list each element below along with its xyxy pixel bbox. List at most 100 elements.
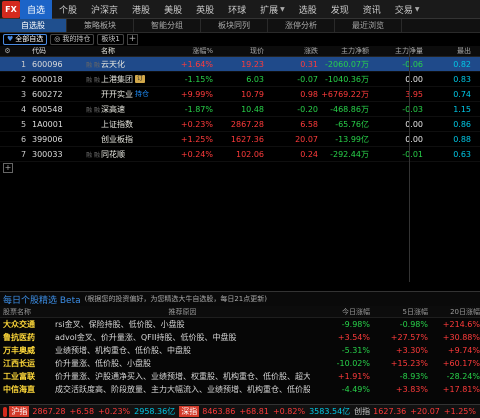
column-divider xyxy=(409,46,410,282)
table-row[interactable]: 2 600018 融 融上港集团订 -1.15% 6.03 -0.07 -1040.36万 0… xyxy=(0,72,480,87)
my-holdings-button[interactable]: ◎ 我的持仓 xyxy=(50,34,95,45)
price: 2867.28 xyxy=(230,119,264,129)
caret-down-icon: ▼ xyxy=(414,5,420,13)
last-value: 0.86 xyxy=(453,119,471,129)
subtab-1[interactable]: 策略板块 xyxy=(67,19,134,32)
pick-twenty-day-change: +9.74% xyxy=(447,346,480,355)
last-value: 1.15 xyxy=(453,104,471,114)
stock-code: 600096 xyxy=(32,59,63,69)
col-main-net-amount[interactable]: 主力净额 xyxy=(318,46,369,56)
nav-tab-label: 环球 xyxy=(228,5,247,16)
row-index: 3 xyxy=(20,89,27,99)
change: 0.31 xyxy=(300,59,318,69)
nav-tab-5[interactable]: 英股 xyxy=(189,0,221,19)
index-label[interactable]: 深指 xyxy=(179,406,200,417)
price: 102.06 xyxy=(236,149,264,159)
col-today[interactable]: 今日涨幅 xyxy=(310,307,370,317)
col-last[interactable]: 最出 xyxy=(423,46,471,56)
index-label[interactable]: 创指 xyxy=(354,406,370,417)
col-twenty-day[interactable]: 20日涨幅 xyxy=(428,307,480,317)
change-pct: +1.25% xyxy=(180,134,213,144)
nav-tab-11[interactable]: 交易 ▼ xyxy=(388,0,427,19)
nav-tab-4[interactable]: 美股 xyxy=(157,0,189,19)
stock-code: 399006 xyxy=(32,134,63,144)
table-row[interactable]: 6 399006 创业板指 +1.25% 1627.36 20.07 -13.99亿 0.00… xyxy=(0,132,480,147)
pick-today-change: +1.91% xyxy=(337,372,370,381)
pick-row[interactable]: 大众交通 rsi金叉、保险持股、低价股、小盘股 -9.98% -0.98% +214.6… xyxy=(0,318,480,331)
stock-name-cell: 上港集团订 xyxy=(101,74,161,85)
app-logo-icon[interactable]: FX xyxy=(2,0,20,18)
pick-row[interactable]: 工业富联 价升量涨、沪股通净买入、业绩预增、权重股、机构重仓、低价股、超大盘股 +1… xyxy=(0,370,480,383)
nav-tab-2[interactable]: 沪深京 xyxy=(84,0,125,19)
nav-tab-9[interactable]: 发现 xyxy=(324,0,356,19)
pick-row[interactable]: 鲁抗医药 advol金叉、价升量涨、QFII持股、低价股、中盘股 +3.54% +27… xyxy=(0,331,480,344)
nav-tab-label: 英股 xyxy=(196,5,215,16)
nav-tabs: 自选 个股 沪深京 港股 美股 英股 环球 扩展 ▼ 选股 发现 资讯 交易 ▼ xyxy=(20,0,426,19)
circle-icon: ◎ xyxy=(54,35,61,43)
col-change[interactable]: 涨跌 xyxy=(264,46,318,56)
last-value: 0.63 xyxy=(453,149,471,159)
table-header: ⚙ 代码 名称 涨幅% 现价 涨跌 主力净额 主力净量 最出 xyxy=(0,46,480,57)
nav-tab-label: 交易 xyxy=(394,5,413,16)
col-main-net-volume[interactable]: 主力净量 xyxy=(369,46,423,56)
settings-gear-icon[interactable]: ⚙ xyxy=(0,47,15,55)
stock-name-cell: 创业板指 xyxy=(101,134,161,145)
table-row[interactable]: 4 600548 融 融深高速 -1.87% 10.48 -0.20 -468.86万 -0.… xyxy=(0,102,480,117)
change-pct: -1.87% xyxy=(184,104,213,114)
add-stock-button[interactable]: + xyxy=(3,163,13,173)
table-row[interactable]: 3 600272 开开实业 持仓 +9.99% 10.79 0.98 +6769.22万 3.9… xyxy=(0,87,480,102)
all-watchlist-button[interactable]: ♥ 全部自选 xyxy=(3,34,48,45)
pick-row[interactable]: 中信海直 成交活跃度高、阶段放量、主力大幅流入、业绩预增、机构重仓、低价股、中盘股… xyxy=(0,383,480,396)
stock-name: 开开实业 xyxy=(101,89,133,99)
index-value: +0.82% xyxy=(272,407,306,416)
top-nav: FX 自选 个股 沪深京 港股 美股 英股 环球 扩展 ▼ 选股 发现 资讯 交易 ▼ xyxy=(0,0,480,19)
pick-today-change: +3.54% xyxy=(337,333,370,342)
pick-reason: 业绩预增、机构重仓、低价股、中盘股 xyxy=(55,346,191,355)
stock-name-cell: 同花顺 xyxy=(101,149,161,160)
stock-name-cell: 上证指数 xyxy=(101,119,161,130)
pick-today-change: -4.49% xyxy=(341,385,370,394)
margin-tag: 融 融 xyxy=(86,76,100,84)
subtab-0[interactable]: 自选股 xyxy=(0,19,67,32)
index-value: 2958.36亿 xyxy=(134,407,176,416)
subtab-4[interactable]: 涨停分析 xyxy=(268,19,335,32)
pick-row[interactable]: 万丰奥威 业绩预增、机构重仓、低价股、中盘股 -5.31% +3.30% +9.74% xyxy=(0,344,480,357)
nav-tab-7[interactable]: 扩展 ▼ xyxy=(253,0,292,19)
stock-code: 300033 xyxy=(32,149,63,159)
table-row[interactable]: 1 600096 融 融云天化 +1.64% 19.23 0.31 -2060.07万 -0.… xyxy=(0,57,480,72)
stock-name-cell: 云天化 xyxy=(101,59,161,70)
index-value: +6.58 xyxy=(69,407,95,416)
pick-row[interactable]: 江西长运 价升量涨、低价股、小盘股 -10.02% +15.23% +60.17% xyxy=(0,357,480,370)
last-value: 0.83 xyxy=(453,74,471,84)
nav-tab-6[interactable]: 环球 xyxy=(221,0,253,19)
nav-tab-label: 发现 xyxy=(330,5,349,16)
subtab-5[interactable]: 最近浏览 xyxy=(335,19,402,32)
nav-tab-0[interactable]: 自选 xyxy=(20,0,53,19)
col-name[interactable]: 名称 xyxy=(101,46,161,56)
subtab-2[interactable]: 智能分组 xyxy=(134,19,201,32)
block1-button[interactable]: 板块1 xyxy=(97,34,124,45)
add-group-button[interactable]: + xyxy=(126,34,138,45)
col-five-day[interactable]: 5日涨幅 xyxy=(370,307,428,317)
col-code[interactable]: 代码 xyxy=(32,46,86,56)
pick-reason: 成交活跃度高、阶段放量、主力大幅流入、业绩预增、机构重仓、低价股、中盘股 xyxy=(55,385,310,394)
main-net-volume: 0.00 xyxy=(405,134,423,144)
pick-twenty-day-change: +214.6% xyxy=(442,320,480,329)
nav-tab-10[interactable]: 资讯 xyxy=(356,0,388,19)
nav-tab-8[interactable]: 选股 xyxy=(292,0,324,19)
nav-tab-3[interactable]: 港股 xyxy=(125,0,157,19)
status-logo-icon xyxy=(3,406,8,417)
col-price[interactable]: 现价 xyxy=(213,46,264,56)
main-net-volume: 3.95 xyxy=(405,89,423,99)
nav-tab-1[interactable]: 个股 xyxy=(52,0,84,19)
subtab-3[interactable]: 板块同列 xyxy=(201,19,268,32)
heart-icon: ♥ xyxy=(7,35,14,43)
col-change-pct[interactable]: 涨幅% xyxy=(161,46,213,56)
pick-twenty-day-change: +17.81% xyxy=(442,385,480,394)
index-value: +20.07 xyxy=(410,407,440,416)
index-label[interactable]: 沪指 xyxy=(9,406,30,417)
status-bar: 沪指 2867.28 +6.58 +0.23% 2958.36亿 深指 8463.86 +68… xyxy=(0,404,480,418)
table-row[interactable]: 7 300033 融 融同花顺 +0.24% 102.06 0.24 -292.44万 -0.… xyxy=(0,147,480,162)
table-row[interactable]: 5 1A0001 上证指数 +0.23% 2867.28 6.58 -65.76亿 0.00 0… xyxy=(0,117,480,132)
index-value: +1.25% xyxy=(443,407,476,416)
